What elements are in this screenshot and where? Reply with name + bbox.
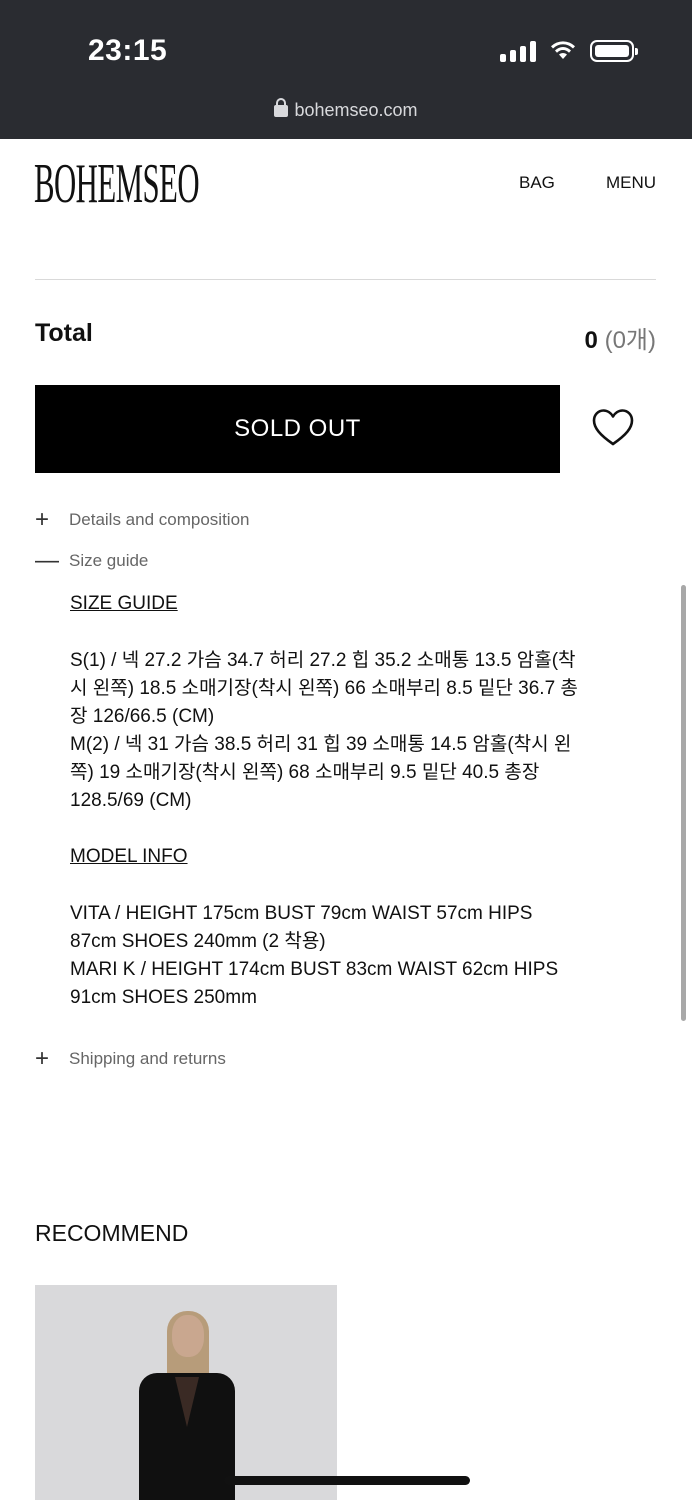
model-info-line: 87cm SHOES 240mm (2 착용) <box>70 931 326 952</box>
size-guide-line: 장 126/66.5 (CM) <box>70 706 215 727</box>
url-text: bohemseo.com <box>294 100 418 120</box>
menu-link[interactable]: MENU <box>606 173 656 193</box>
model-info-line: VITA / HEIGHT 175cm BUST 79cm WAIST 57cm… <box>70 903 533 924</box>
system-icons <box>500 40 638 62</box>
wifi-icon <box>551 41 575 59</box>
recommend-heading: RECOMMEND <box>35 1220 189 1246</box>
size-guide-label: Size guide <box>69 551 149 570</box>
address-bar[interactable]: bohemseo.com <box>0 98 692 121</box>
size-guide-title: SIZE GUIDE <box>70 593 178 614</box>
shipping-returns-label: Shipping and returns <box>69 1049 226 1068</box>
bag-link[interactable]: BAG <box>519 173 555 193</box>
plus-icon: + <box>35 1045 50 1072</box>
home-indicator[interactable] <box>224 1476 470 1485</box>
model-info-title: MODEL INFO <box>70 846 188 867</box>
size-guide-line: 시 왼쪽) 18.5 소매기장(착시 왼쪽) 66 소매부리 8.5 밑단 36… <box>70 678 578 699</box>
divider <box>35 279 656 280</box>
model-info-line: 91cm SHOES 250mm <box>70 987 257 1008</box>
model-info-body: VITA / HEIGHT 175cm BUST 79cm WAIST 57cm… <box>70 900 630 1012</box>
size-guide-line: S(1) / 넥 27.2 가슴 34.7 허리 27.2 힙 35.2 소매통… <box>70 650 576 671</box>
wishlist-heart-icon[interactable] <box>592 408 634 448</box>
site-logo[interactable]: BOHEMSEO <box>34 146 200 222</box>
total-label: Total <box>35 319 93 347</box>
battery-icon <box>590 40 638 62</box>
total-value: 0 (0개) <box>585 320 656 355</box>
clock: 23:15 <box>88 34 168 67</box>
recommended-product-image[interactable] <box>35 1285 337 1500</box>
total-count: (0개) <box>604 327 656 354</box>
cellular-signal-icon <box>500 40 536 62</box>
minus-icon: — <box>35 547 59 574</box>
status-bar: 23:15 bohemseo.com <box>0 0 692 139</box>
size-guide-line: M(2) / 넥 31 가슴 38.5 허리 31 힙 39 소매통 14.5 … <box>70 734 572 755</box>
plus-icon: + <box>35 506 50 533</box>
total-amount: 0 <box>584 327 598 354</box>
details-composition-toggle[interactable]: + Details and composition <box>35 508 249 532</box>
logo-text: BOHEMSEO <box>34 153 200 215</box>
model-info-line: MARI K / HEIGHT 174cm BUST 83cm WAIST 62… <box>70 959 559 980</box>
shipping-returns-toggle[interactable]: + Shipping and returns <box>35 1047 226 1071</box>
details-composition-label: Details and composition <box>69 510 250 529</box>
sold-out-button[interactable]: SOLD OUT <box>35 385 560 473</box>
size-guide-line: 128.5/69 (CM) <box>70 790 192 811</box>
scrollbar[interactable] <box>681 585 686 1021</box>
lock-icon <box>274 98 289 117</box>
size-guide-body: S(1) / 넥 27.2 가슴 34.7 허리 27.2 힙 35.2 소매통… <box>70 647 630 815</box>
size-guide-line: 쪽) 19 소매기장(착시 왼쪽) 68 소매부리 9.5 밑단 40.5 총장 <box>70 762 540 783</box>
size-guide-toggle[interactable]: — Size guide <box>35 549 148 573</box>
